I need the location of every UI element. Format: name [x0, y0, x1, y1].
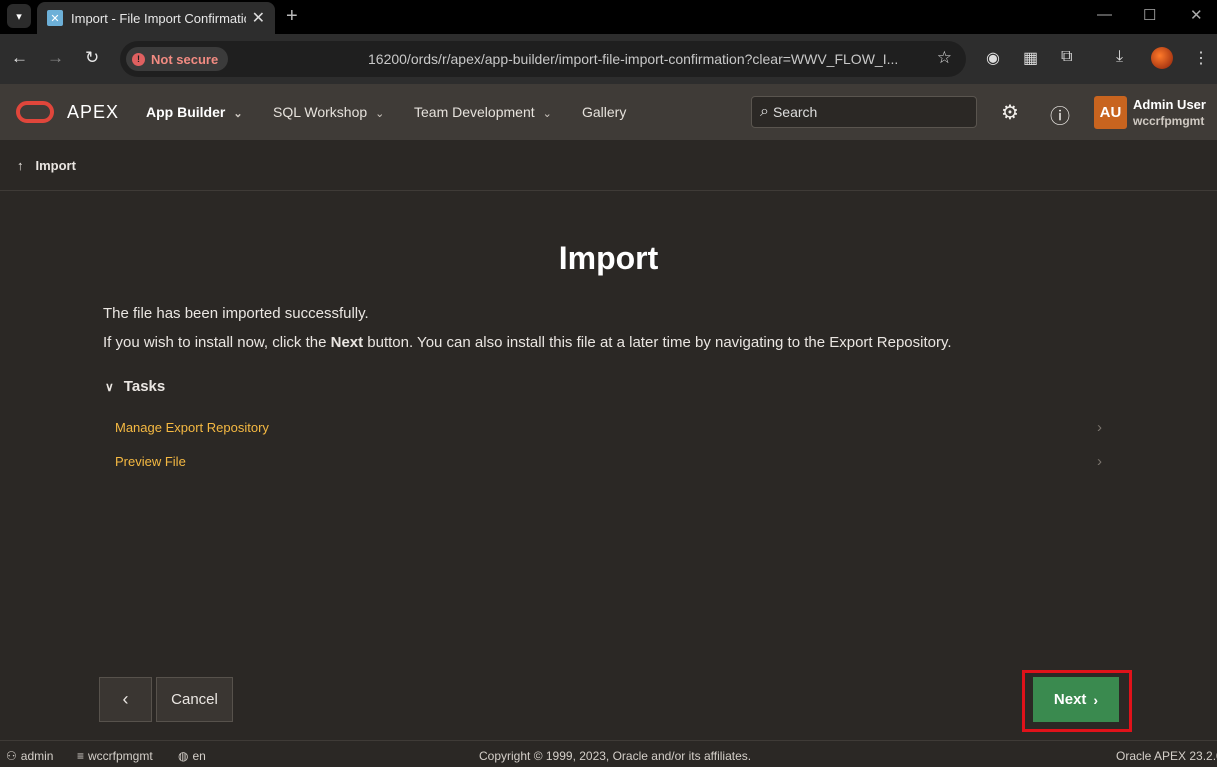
forward-icon[interactable]: → [47, 48, 64, 68]
chevron-right-icon: › [1093, 691, 1099, 708]
menu-app-builder-label: App Builder [146, 104, 226, 120]
task-preview-file[interactable]: Preview File › [104, 447, 1104, 475]
window-close-icon[interactable]: ✕ [1190, 6, 1203, 24]
database-icon: ≡ [77, 749, 85, 763]
profile-avatar-icon[interactable] [1151, 47, 1173, 69]
bookmark-star-icon[interactable]: ☆ [937, 48, 952, 68]
chevron-down-icon: ⌄ [542, 108, 552, 120]
reload-icon[interactable]: ↻ [85, 48, 99, 68]
page-title: Import [558, 240, 659, 276]
chevron-down-icon: ∨ [105, 380, 114, 394]
tab-title: Import - File Import Confirmatio [71, 10, 246, 26]
back-icon[interactable]: ← [11, 48, 28, 68]
footer-copyright: Copyright © 1999, 2023, Oracle and/or it… [479, 749, 752, 763]
footer-workspace-label: wccrfpmgmt [88, 749, 153, 763]
install-instructions: If you wish to install now, click the Ne… [103, 334, 952, 351]
chevron-right-icon: › [1097, 452, 1102, 470]
apex-favicon-icon: ✕ [47, 10, 63, 26]
tasks-region-toggle[interactable]: ∨ Tasks [105, 378, 165, 395]
previous-button[interactable]: ‹ [99, 677, 152, 722]
success-message: The file has been imported successfully. [103, 305, 369, 322]
url-text[interactable]: 16200/ords/r/apex/app-builder/import-fil… [368, 51, 898, 67]
apex-header: APEX App Builder ⌄ SQL Workshop ⌄ Team Dev… [0, 84, 1217, 140]
page-footer: ⚇ admin ≡ wccrfpmgmt ◍ en Copyright © 1999,… [0, 740, 1217, 767]
new-tab-icon[interactable]: + [286, 5, 298, 28]
maximize-icon[interactable]: ☐ [1143, 6, 1156, 24]
footer-user-label: admin [20, 749, 54, 763]
extensions-icon[interactable]: ⧉ [1061, 48, 1072, 66]
cancel-button[interactable]: Cancel [156, 677, 233, 722]
browser-tab[interactable]: ✕ Import - File Import Confirmatio ✕ [37, 2, 275, 34]
browser-menu-icon[interactable]: ⋮ [1193, 48, 1209, 68]
security-chip-label: Not secure [151, 51, 219, 67]
footer-version: Oracle APEX 23.2.0 [1116, 749, 1217, 763]
next-button[interactable]: Next › [1033, 677, 1119, 722]
task-manage-export-repository[interactable]: Manage Export Repository › [104, 413, 1104, 441]
chevron-down-icon: ⌄ [233, 108, 243, 120]
browser-toolbar: ← → ↻ ! Not secure 16200/ords/r/apex/app… [0, 34, 1217, 84]
footer-language-label: en [192, 749, 206, 763]
search-placeholder: Search [772, 104, 818, 120]
arrow-up-icon[interactable]: ↑ [17, 158, 24, 173]
instructions-post: button. You can also install this file a… [363, 334, 952, 351]
menu-gallery[interactable]: Gallery [582, 104, 626, 120]
menu-sql-workshop[interactable]: SQL Workshop ⌄ [273, 104, 384, 120]
next-button-label: Next [1053, 691, 1087, 708]
screen-capture-icon[interactable]: ◉ [986, 48, 1000, 68]
tab-list-dropdown-icon[interactable]: ▾ [7, 4, 31, 28]
not-secure-icon: ! [132, 52, 145, 66]
help-icon[interactable]: ⓘ [1050, 100, 1070, 129]
avatar[interactable]: AU [1094, 96, 1127, 129]
user-name[interactable]: Admin User [1133, 97, 1206, 112]
footer-workspace: ≡ wccrfpmgmt [77, 749, 153, 763]
security-chip[interactable]: ! Not secure [126, 47, 229, 71]
instructions-next-emphasis: Next [330, 334, 364, 351]
tasks-label: Tasks [123, 378, 166, 395]
menu-gallery-label: Gallery [582, 104, 627, 120]
breadcrumb: ↑ Import [0, 140, 1217, 191]
instructions-pre: If you wish to install now, click the [103, 334, 331, 351]
menu-team-development[interactable]: Team Development ⌄ [414, 104, 552, 120]
footer-user: ⚇ admin [6, 749, 53, 763]
task-label: Preview File [115, 453, 186, 469]
qr-code-icon[interactable]: ▦ [1023, 48, 1038, 68]
chevron-down-icon: ⌄ [375, 108, 385, 120]
globe-icon: ◍ [178, 749, 189, 763]
menu-sql-workshop-label: SQL Workshop [273, 104, 368, 120]
minimize-icon[interactable]: — [1097, 6, 1112, 23]
footer-language[interactable]: ◍ en [178, 749, 206, 763]
breadcrumb-import-link[interactable]: Import [36, 158, 76, 173]
task-label: Manage Export Repository [115, 419, 269, 435]
user-workspace[interactable]: wccrfpmgmt [1133, 114, 1204, 128]
menu-team-development-label: Team Development [414, 104, 535, 120]
chevron-right-icon: › [1097, 418, 1102, 436]
search-input[interactable]: ⌕ Search [751, 96, 977, 128]
tab-close-icon[interactable]: ✕ [252, 8, 265, 28]
search-icon: ⌕ [760, 103, 769, 120]
browser-tabbar: ▾ ✕ Import - File Import Confirmatio ✕ +… [0, 0, 1217, 34]
administration-icon[interactable]: ⚙ [1001, 100, 1019, 125]
apex-brand[interactable]: APEX [67, 102, 119, 123]
oracle-logo-icon[interactable] [16, 101, 54, 123]
address-bar[interactable]: ! Not secure 16200/ords/r/apex/app-build… [120, 41, 966, 77]
user-icon: ⚇ [6, 749, 17, 763]
menu-app-builder[interactable]: App Builder ⌄ [146, 104, 243, 120]
download-icon[interactable]: ⤓ [1116, 48, 1123, 66]
